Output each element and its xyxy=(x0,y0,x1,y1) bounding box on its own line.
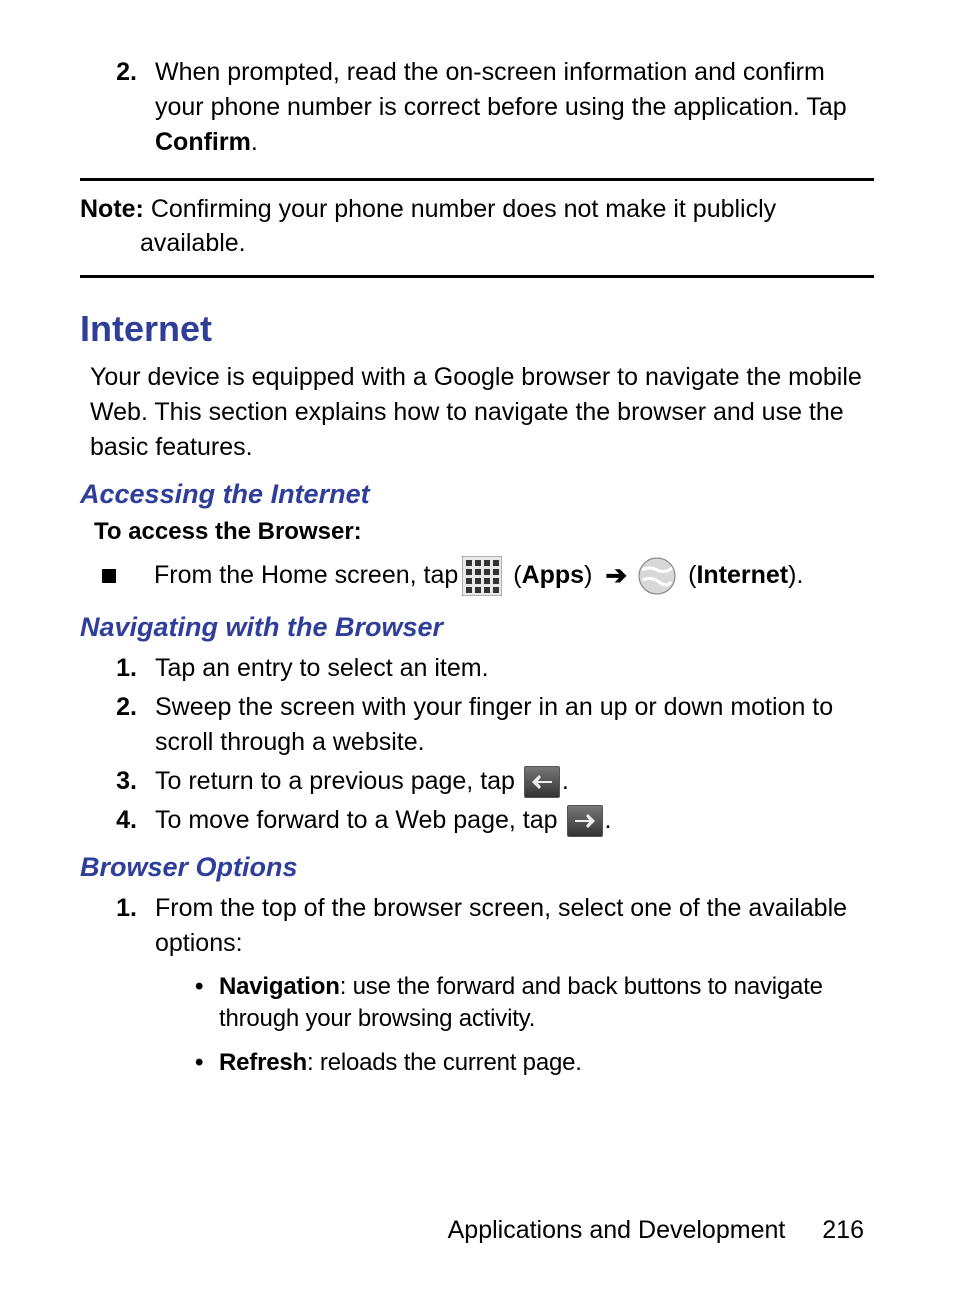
footer-page-number: 216 xyxy=(822,1216,864,1245)
nav3-post: . xyxy=(562,767,569,795)
opts-text: From the top of the browser screen, sele… xyxy=(155,894,847,957)
access-instruction-row: From the Home screen, tap (Apps) ➔ xyxy=(102,556,874,596)
step-2-confirm: 2. When prompted, read the on-screen inf… xyxy=(100,55,874,160)
access-pre-text: From the Home screen, tap xyxy=(154,557,458,595)
bullet-dot-icon: • xyxy=(195,1047,219,1079)
step-body: Sweep the screen with your finger in an … xyxy=(155,690,874,760)
back-button-icon xyxy=(524,766,560,798)
heading-browser-options: Browser Options xyxy=(80,852,874,883)
bullet-lead: Navigation xyxy=(219,973,340,1000)
internet-label-wrap: (Internet). xyxy=(681,557,803,595)
bullet-refresh: • Refresh: reloads the current page. xyxy=(195,1047,874,1079)
intro-paragraph: Your device is equipped with a Google br… xyxy=(90,360,874,465)
step-text-a: When prompted, read the on-screen inform… xyxy=(155,58,847,121)
nav-step-4: 4. To move forward to a Web page, tap . xyxy=(100,803,874,838)
access-lead: To access the Browser: xyxy=(94,518,874,546)
step-number: 4. xyxy=(100,803,155,838)
heading-navigating-browser: Navigating with the Browser xyxy=(80,612,874,643)
apps-grid-icon xyxy=(462,556,502,596)
heading-accessing-internet: Accessing the Internet xyxy=(80,479,874,510)
step-body: To move forward to a Web page, tap . xyxy=(155,803,874,838)
step-body: When prompted, read the on-screen inform… xyxy=(155,55,874,160)
bullet-rest: : reloads the current page. xyxy=(307,1049,582,1076)
nav3-pre: To return to a previous page, tap xyxy=(155,767,522,795)
step-text-b: . xyxy=(251,128,258,156)
step-number: 3. xyxy=(100,764,155,799)
note-line1: Confirming your phone number does not ma… xyxy=(144,195,776,223)
bullet-lead: Refresh xyxy=(219,1049,307,1076)
nav-step-2: 2. Sweep the screen with your finger in … xyxy=(100,690,874,760)
forward-button-icon xyxy=(567,805,603,837)
manual-page: 2. When prompted, read the on-screen inf… xyxy=(0,0,954,1295)
step-number: 1. xyxy=(100,651,155,686)
navigation-steps-list: 1. Tap an entry to select an item. 2. Sw… xyxy=(100,651,874,838)
square-bullet-icon xyxy=(102,569,116,583)
note-line2: available. xyxy=(80,227,874,261)
apps-label-wrap: (Apps) xyxy=(506,557,599,595)
step-body: Tap an entry to select an item. xyxy=(155,651,874,686)
internet-label: Internet xyxy=(696,561,788,589)
bullet-text: Navigation: use the forward and back but… xyxy=(219,971,874,1036)
globe-icon xyxy=(637,556,677,596)
apps-label: Apps xyxy=(522,561,585,589)
bullet-navigation: • Navigation: use the forward and back b… xyxy=(195,971,874,1036)
nav4-post: . xyxy=(605,806,612,834)
note-label: Note: xyxy=(80,195,144,223)
prior-step-list: 2. When prompted, read the on-screen inf… xyxy=(100,55,874,160)
nav-step-3: 3. To return to a previous page, tap . xyxy=(100,764,874,799)
step-number: 1. xyxy=(100,891,155,1092)
step-bold: Confirm xyxy=(155,128,251,156)
opts-step-1: 1. From the top of the browser screen, s… xyxy=(100,891,874,1092)
nav4-pre: To move forward to a Web page, tap xyxy=(155,806,565,834)
page-footer: Applications and Development 216 xyxy=(448,1216,864,1245)
step-number: 2. xyxy=(100,55,155,160)
arrow-right-icon: ➔ xyxy=(605,556,627,595)
step-body: From the top of the browser screen, sele… xyxy=(155,891,874,1092)
step-body: To return to a previous page, tap . xyxy=(155,764,874,799)
note-block: Note: Confirming your phone number does … xyxy=(80,178,874,278)
bullet-dot-icon: • xyxy=(195,971,219,1036)
footer-section: Applications and Development xyxy=(448,1216,786,1244)
options-steps-list: 1. From the top of the browser screen, s… xyxy=(100,891,874,1092)
bullet-text: Refresh: reloads the current page. xyxy=(219,1047,874,1079)
step-number: 2. xyxy=(100,690,155,760)
nav-step-1: 1. Tap an entry to select an item. xyxy=(100,651,874,686)
heading-internet: Internet xyxy=(80,308,874,350)
options-sub-bullets: • Navigation: use the forward and back b… xyxy=(195,971,874,1080)
